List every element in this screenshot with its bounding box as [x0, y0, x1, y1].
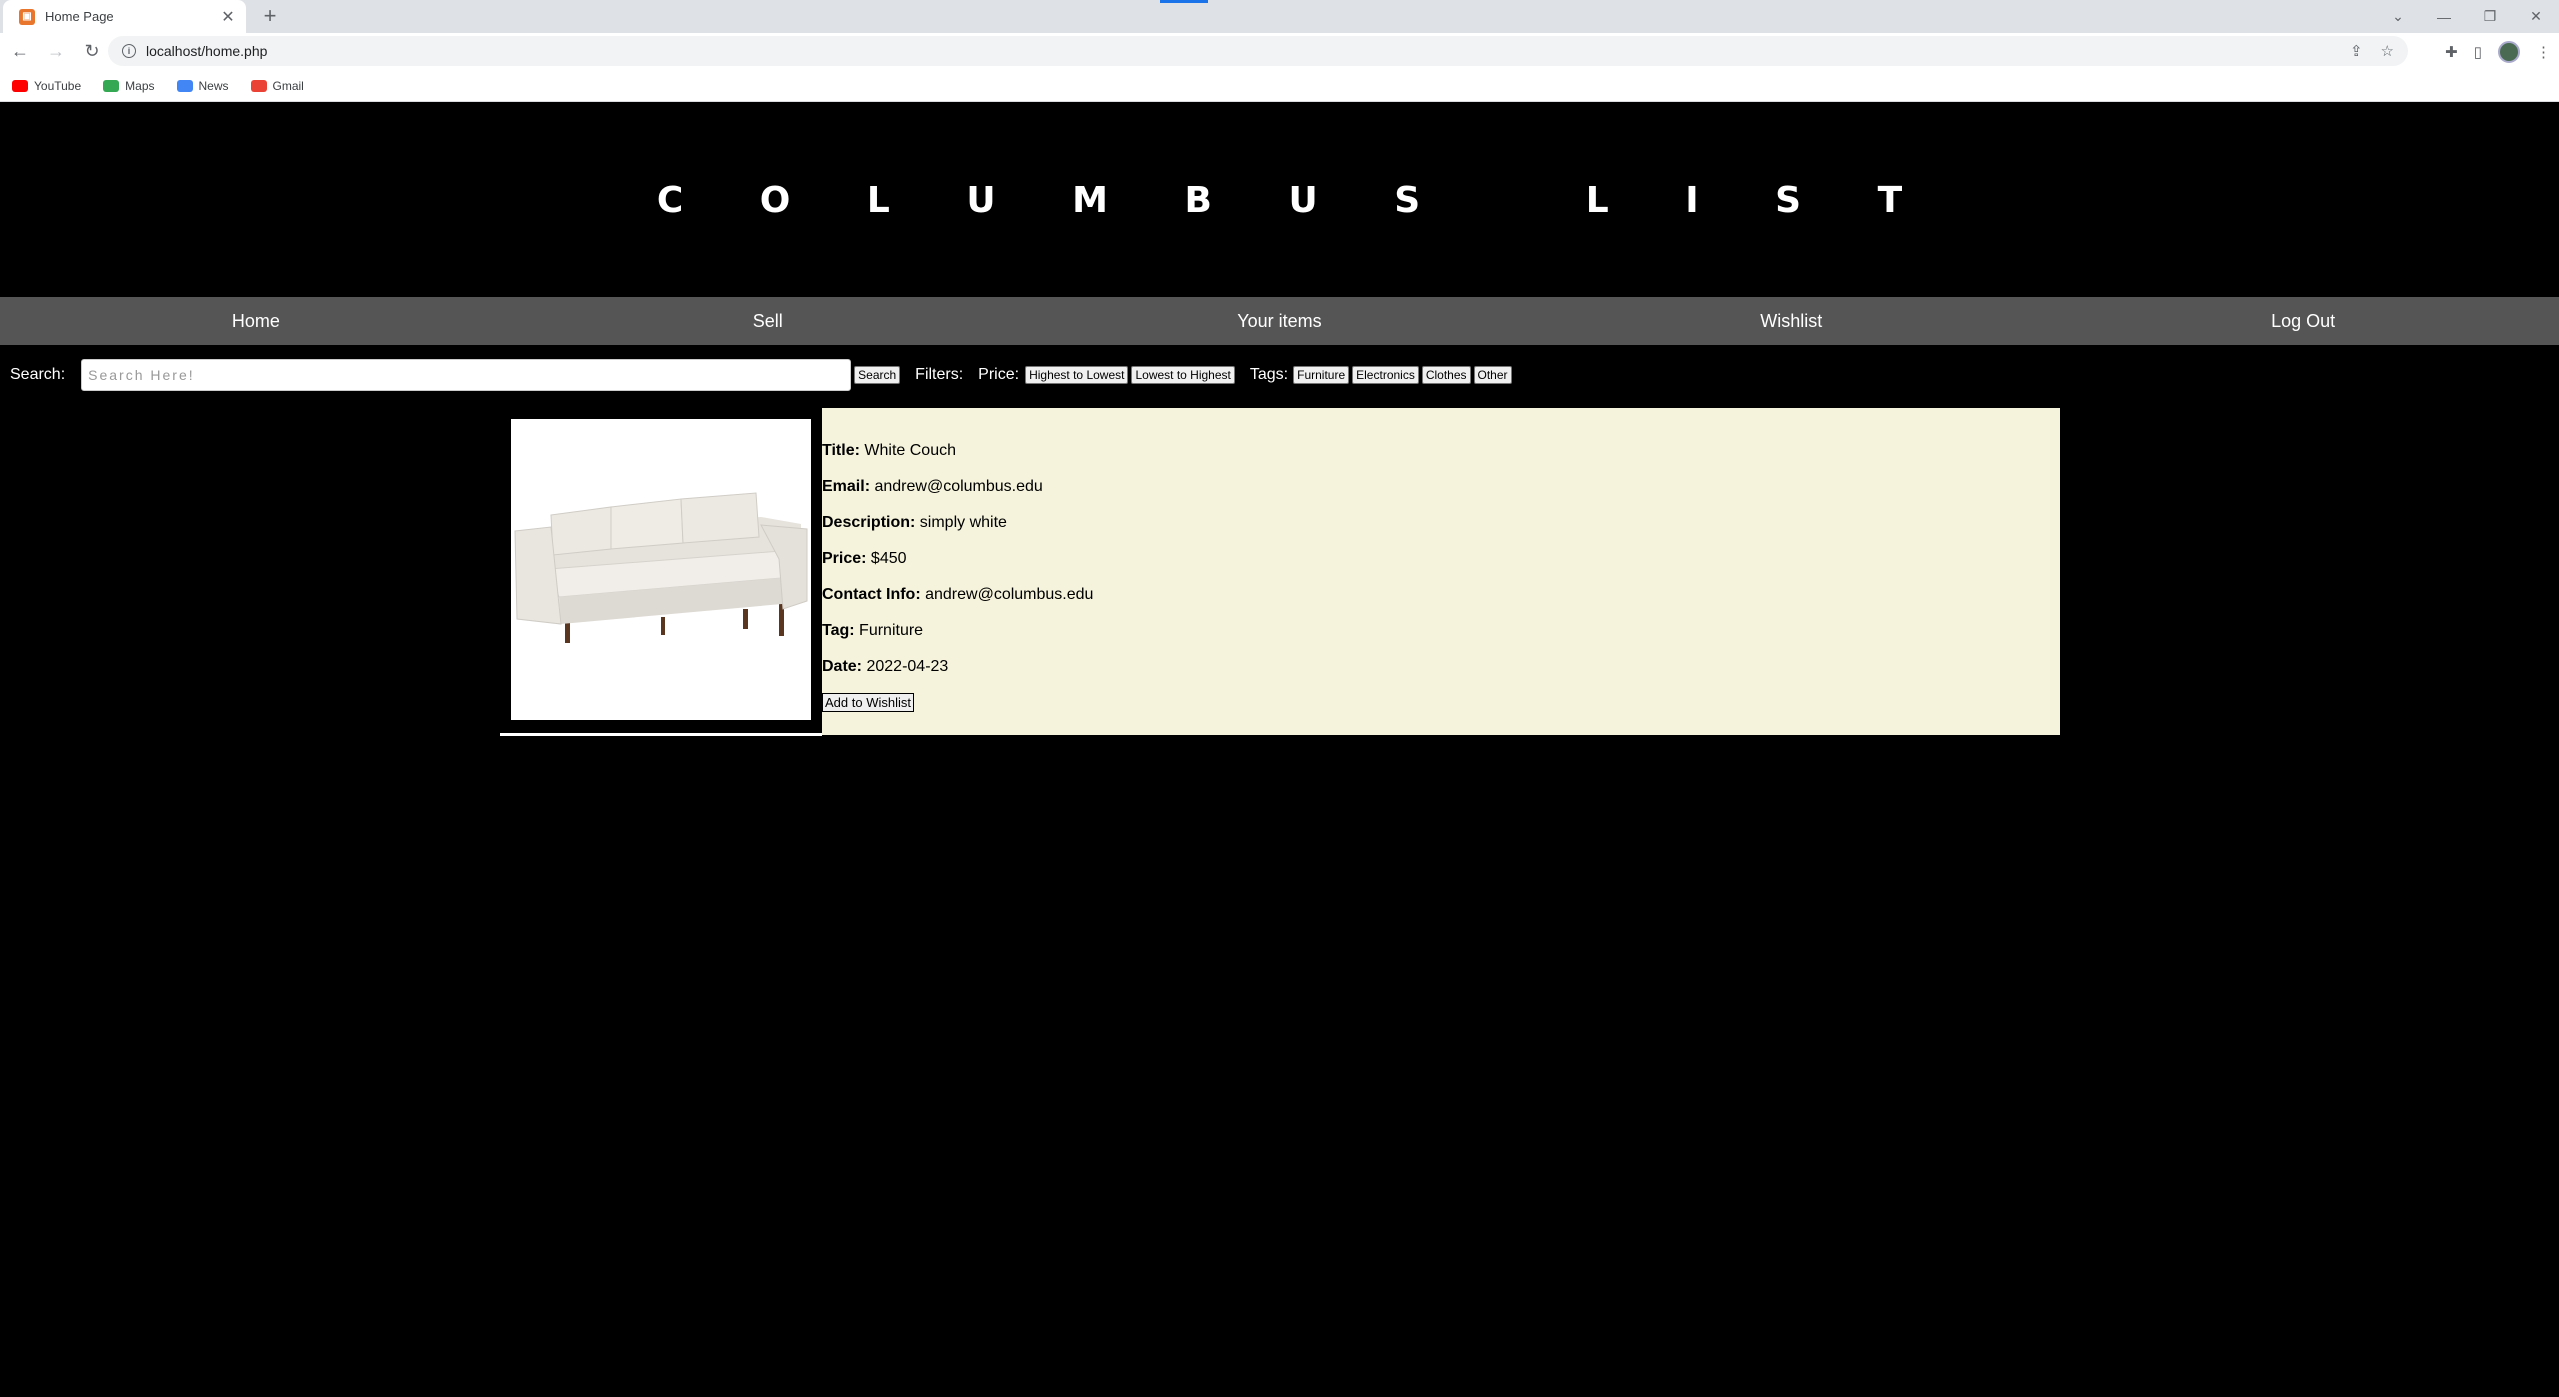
gmail-icon	[250, 79, 267, 92]
menu-icon[interactable]: ⋮	[2536, 43, 2551, 61]
close-window-icon[interactable]: ✕	[2513, 0, 2559, 33]
listing-date: 2022-04-23	[866, 658, 949, 675]
tag-clothes-button[interactable]: Clothes	[1421, 366, 1471, 384]
tag-other-button[interactable]: Other	[1473, 366, 1512, 384]
bookmark-maps[interactable]: Maps	[103, 78, 155, 93]
bookmark-label: YouTube	[34, 78, 82, 93]
listing-price: $450	[870, 550, 907, 567]
site-title: C O L U M B U S L I S T	[656, 179, 1935, 221]
site-info-icon[interactable]: i	[122, 44, 136, 58]
back-icon[interactable]: ←	[4, 36, 36, 68]
share-icon[interactable]: ⇪	[2350, 42, 2363, 60]
close-tab-icon[interactable]: ✕	[218, 7, 238, 27]
nav-wishlist[interactable]: Wishlist	[1535, 297, 2047, 345]
profile-avatar[interactable]	[2498, 40, 2520, 63]
listing-title-row: Title: White Couch	[822, 442, 956, 459]
new-tab-icon[interactable]: +	[258, 5, 282, 29]
listing-email-row: Email: andrew@columbus.edu	[822, 478, 1043, 495]
address-bar[interactable]: i localhost/home.php ⇪ ☆	[108, 36, 2408, 66]
bookmark-gmail[interactable]: Gmail	[250, 78, 304, 93]
forward-icon[interactable]: →	[40, 36, 72, 68]
listing-card: Title: White Couch Email: andrew@columbu…	[500, 408, 2060, 736]
bookmark-news[interactable]: News	[176, 78, 229, 93]
listing-date-row: Date: 2022-04-23	[822, 658, 949, 675]
youtube-icon	[12, 79, 28, 92]
tab-title: Home Page	[45, 9, 114, 24]
bookmark-label: News	[198, 78, 229, 93]
tag-furniture-button[interactable]: Furniture	[1293, 366, 1350, 384]
listing-image-frame	[500, 408, 822, 736]
listing-tag: Furniture	[859, 622, 924, 639]
listing-title: White Couch	[864, 442, 956, 459]
tab-indicator	[1160, 0, 1208, 3]
side-panel-icon[interactable]: ▯	[2474, 43, 2482, 61]
listing-contact: andrew@columbus.edu	[925, 586, 1094, 603]
add-to-wishlist-button[interactable]: Add to Wishlist	[822, 693, 914, 712]
reload-icon[interactable]: ↻	[76, 36, 108, 68]
bookmark-star-icon[interactable]: ☆	[2381, 42, 2394, 60]
bookmark-label: Gmail	[272, 78, 304, 93]
restore-icon[interactable]: ❐	[2467, 0, 2513, 33]
minimize-icon[interactable]: —	[2421, 0, 2467, 33]
listing-contact-row: Contact Info: andrew@columbus.edu	[822, 586, 1094, 603]
page-content: C O L U M B U S L I S T Home Sell Your i…	[0, 103, 2559, 1397]
nav-sell[interactable]: Sell	[512, 297, 1024, 345]
search-button[interactable]: Search	[854, 366, 901, 384]
listing-price-row: Price: $450	[822, 550, 907, 567]
tags-label: Tags:	[1249, 366, 1289, 383]
listing-description: simply white	[919, 514, 1007, 531]
browser-tabstrip: ▣ Home Page ✕ + ⌄ — ❐ ✕	[0, 0, 2559, 33]
browser-toolbar: ← → ↻ i localhost/home.php ⇪ ☆ ✚ ▯ ⋮	[0, 33, 2559, 70]
tag-electronics-button[interactable]: Electronics	[1352, 366, 1419, 384]
main-nav: Home Sell Your items Wishlist Log Out	[0, 297, 2559, 345]
filters-label: Filters:	[915, 366, 964, 383]
bookmark-label: Maps	[125, 78, 155, 93]
browser-tab[interactable]: ▣ Home Page ✕	[3, 0, 246, 33]
maps-icon	[103, 79, 120, 92]
search-bar: Search: Search Filters: Price: Highest t…	[0, 356, 2559, 394]
site-header: C O L U M B U S L I S T	[0, 103, 2559, 297]
bookmark-youtube[interactable]: YouTube	[12, 79, 81, 93]
nav-log-out[interactable]: Log Out	[2047, 297, 2559, 345]
listing-details: Title: White Couch Email: andrew@columbu…	[822, 408, 2060, 735]
price-low-high-button[interactable]: Lowest to Highest	[1131, 366, 1235, 384]
news-icon	[176, 79, 193, 92]
site-favicon-icon: ▣	[19, 8, 35, 25]
listing-email: andrew@columbus.edu	[874, 478, 1043, 495]
extensions-icon[interactable]: ✚	[2445, 43, 2458, 61]
listing-image	[511, 419, 811, 720]
tab-search-icon[interactable]: ⌄	[2375, 0, 2421, 33]
bookmarks-bar: YouTube Maps News Gmail	[0, 70, 2559, 102]
search-input[interactable]	[81, 359, 852, 391]
nav-your-items[interactable]: Your items	[1024, 297, 1536, 345]
price-label: Price:	[978, 366, 1020, 383]
window-controls: ⌄ — ❐ ✕	[2375, 0, 2559, 33]
couch-image	[514, 492, 808, 643]
price-high-low-button[interactable]: Highest to Lowest	[1025, 366, 1129, 384]
url-text[interactable]: localhost/home.php	[146, 43, 267, 59]
listing-description-row: Description: simply white	[822, 514, 1007, 531]
listing-tag-row: Tag: Furniture	[822, 622, 924, 639]
nav-home[interactable]: Home	[0, 297, 512, 345]
search-label: Search:	[10, 366, 66, 383]
